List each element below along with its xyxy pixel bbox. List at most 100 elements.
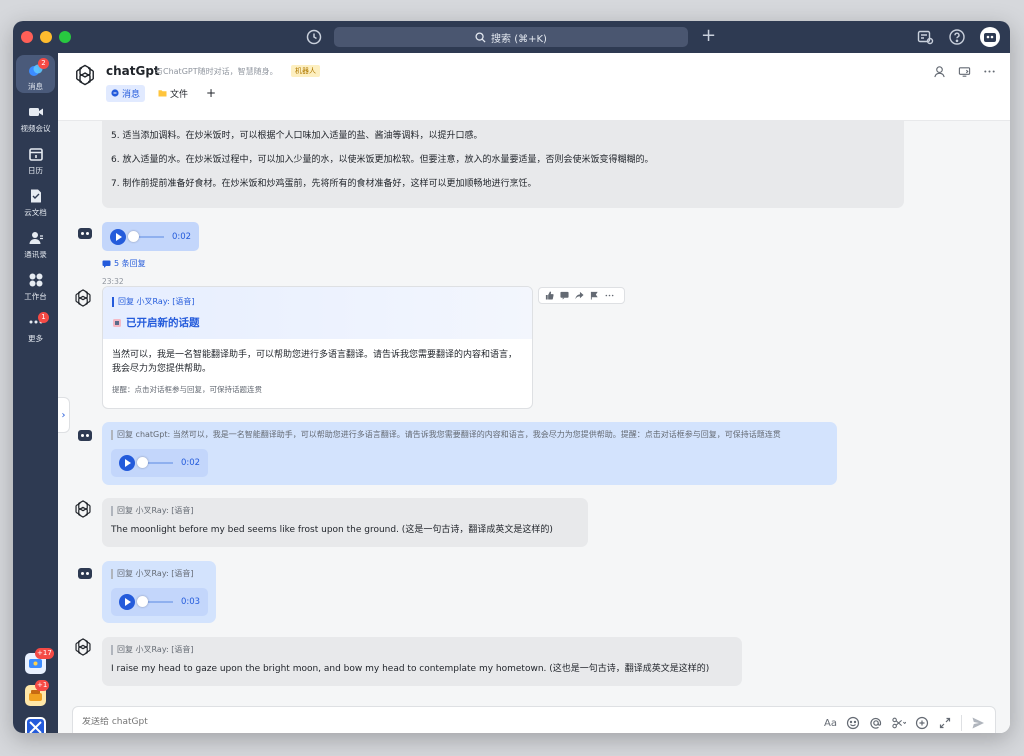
user-avatar-icon[interactable] [77,427,93,443]
pinned-app-2[interactable]: +1 [25,680,50,706]
rail-item-messages[interactable]: 消息 2 [13,58,58,92]
apps-grid-icon [29,273,42,287]
topic-card-body: 当然可以，我是一名智能翻译助手，可以帮助您进行多语言翻译。请告诉我您需要翻译的内… [112,350,518,374]
app-x-logo-icon [29,721,42,733]
rail-item-label: 视频会议 [20,124,51,133]
chat-description: 与ChatGPT随时对话，智慧随身。 [155,67,278,76]
voice-progress-track[interactable] [128,230,164,242]
reply-quote: 回复 小叉Ray: [语音] [112,297,523,307]
avatar-icon [984,33,996,42]
user-avatar-icon[interactable] [77,225,93,241]
app-window: 搜索 (⌘+K) + 消息 2 视频会议 日历 云文档 通讯录 工作台 更多 1… [13,21,1010,733]
expand-sidebar-handle[interactable]: › [58,397,70,433]
tab-messages[interactable]: 消息 [106,84,146,102]
chatgpt-logo-icon[interactable] [72,287,94,309]
replies-count: 5 条回复 [114,259,146,268]
rail-item-workplace[interactable]: 工作台 [13,272,58,302]
maximize-window-button[interactable] [59,31,71,43]
new-plus-button[interactable]: + [701,26,716,46]
reply-quote: 回复 小叉Ray: [语音] [111,506,579,516]
chatgpt-logo-icon[interactable] [72,636,94,658]
close-window-button[interactable] [21,31,33,43]
pinned-app-3[interactable] [25,717,46,733]
global-search-bar[interactable]: 搜索 (⌘+K) [334,27,688,47]
search-person-icon[interactable] [933,65,946,78]
message-input[interactable] [82,717,682,727]
text-format-button[interactable]: Aa [824,718,837,729]
expand-editor-icon[interactable] [938,716,952,730]
voice-progress-knob[interactable] [128,230,139,242]
inbox-settings-icon[interactable] [916,28,934,46]
add-circle-icon[interactable] [915,716,929,730]
emoji-icon[interactable] [846,716,860,730]
more-options-icon[interactable] [605,291,614,300]
rail-item-docs[interactable]: 云文档 [13,188,58,218]
play-button[interactable] [110,228,126,245]
rail-item-video-meeting[interactable]: 视频会议 [13,104,58,134]
reply-icon[interactable] [560,291,569,300]
minimize-window-button[interactable] [40,31,52,43]
voice-message[interactable]: 0:02 [102,222,200,251]
screenshot-scissors-icon[interactable] [892,716,906,730]
forward-icon[interactable] [575,291,584,300]
voice-duration: 0:03 [181,597,201,607]
rail-item-label: 消息 [28,82,43,91]
tab-label: 文件 [170,89,189,100]
search-icon [475,31,486,43]
rail-item-label: 工作台 [24,292,47,301]
chatgpt-logo-icon[interactable] [72,62,98,88]
chat-tabs: 消息 文件 + [106,84,221,102]
tab-label: 消息 [122,89,141,100]
app-badge: +1 [35,680,50,691]
rail-item-contacts[interactable]: 通讯录 [13,230,58,260]
pinned-app-1[interactable]: +17 [25,648,54,674]
message-list: 5. 适当添加调料。在炒米饭时，可以根据个人口味加入适量的盐、酱油等调料，以提升… [58,121,1010,691]
play-button[interactable] [119,455,135,471]
thumbs-up-icon[interactable] [545,291,554,300]
chatgpt-logo-icon[interactable] [72,498,94,520]
topic-card[interactable]: 回复 小叉Ray: [语音] 已开启新的话题 当然可以，我是一名智能翻译助手，可… [102,286,533,409]
voice-progress-track[interactable] [137,596,173,607]
message-bubble-recipe[interactable]: 5. 适当添加调料。在炒米饭时，可以根据个人口味加入适量的盐、酱油等调料，以提升… [102,121,904,208]
voice-progress-knob[interactable] [137,596,148,607]
send-icon[interactable] [971,716,985,730]
flag-icon[interactable] [590,291,599,300]
play-button[interactable] [119,594,135,610]
message-text: The moonlight before my bed seems like f… [111,525,553,535]
message-text: I raise my head to gaze upon the bright … [111,664,710,674]
rail-item-calendar[interactable]: 日历 [13,146,58,176]
user-avatar[interactable] [980,27,1000,47]
user-avatar-icon[interactable] [77,565,93,581]
chat-panel: chatGpt 与ChatGPT随时对话，智慧随身。 机器人 消息 文件 + 5… [58,53,1010,733]
folder-icon [158,90,167,97]
message-composer: Aa [72,706,996,733]
voice-progress-track[interactable] [137,457,173,468]
message-hover-toolbar [538,287,625,304]
rail-item-label: 日历 [28,166,43,175]
more-options-icon[interactable] [983,65,996,78]
reply-thread-icon [102,260,111,268]
voice-message[interactable]: 0:02 [111,449,209,477]
share-screen-icon[interactable] [958,65,971,78]
unread-badge: 2 [38,58,49,69]
rail-item-label: 云文档 [24,208,47,217]
reply-quote: 回复 小叉Ray: [语音] [111,569,207,579]
title-bar: 搜索 (⌘+K) + [13,21,1010,53]
chat-name[interactable]: chatGpt [106,64,160,78]
thread-replies-link[interactable]: 5 条回复 [102,258,146,269]
message-bubble-voice-reply[interactable]: 回复 chatGpt: 当然可以，我是一名智能翻译助手，可以帮助您进行多语言翻译… [102,422,837,485]
topic-title-text: 已开启新的话题 [126,317,200,329]
rail-item-more[interactable]: 更多 1 [13,312,58,344]
reply-quote: 回复 chatGpt: 当然可以，我是一名智能翻译助手，可以帮助您进行多语言翻译… [111,430,828,440]
mention-icon[interactable] [869,716,883,730]
history-icon[interactable] [305,28,323,46]
add-tab-button[interactable]: + [201,84,221,102]
help-icon[interactable] [948,28,966,46]
voice-progress-knob[interactable] [137,457,148,468]
message-bubble-translation[interactable]: 回复 小叉Ray: [语音] The moonlight before my b… [102,498,588,547]
chat-header: chatGpt 与ChatGPT随时对话，智慧随身。 机器人 消息 文件 + [58,53,1010,121]
voice-message[interactable]: 0:03 [111,588,209,616]
tab-files[interactable]: 文件 [153,85,193,102]
message-bubble-translation[interactable]: 回复 小叉Ray: [语音] I raise my head to gaze u… [102,637,742,686]
window-controls [21,31,71,43]
